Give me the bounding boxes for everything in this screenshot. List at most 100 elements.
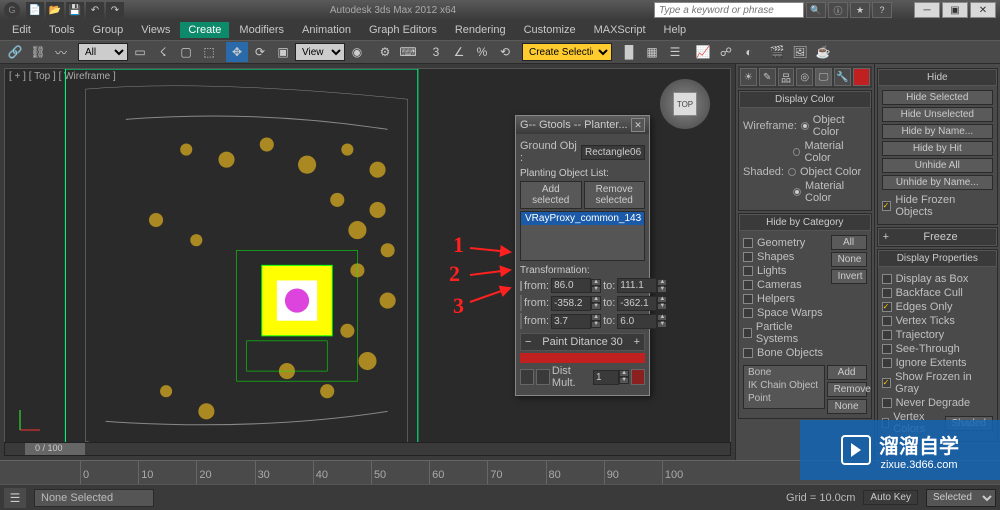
from-spinner-1[interactable]: ▲▼ (551, 278, 601, 293)
layers-icon[interactable]: ☰ (664, 42, 686, 62)
manipulate-icon[interactable]: ⚙ (374, 42, 396, 62)
horizontal-scrollbar[interactable]: 0 / 100 (4, 442, 731, 456)
open-icon[interactable]: 📂 (46, 2, 64, 18)
display-color-header[interactable]: Display Color (739, 91, 871, 108)
window-crossing-icon[interactable]: ⬚ (198, 42, 220, 62)
remove-selected-button[interactable]: Remove selected (584, 181, 646, 209)
brush-icon[interactable] (631, 369, 645, 385)
chk-spacewarps[interactable] (743, 308, 753, 318)
hide-selected-button[interactable]: Hide Selected (882, 90, 993, 105)
mirror-icon[interactable]: ▐▌ (618, 42, 640, 62)
from-spinner-3[interactable]: ▲▼ (551, 314, 601, 329)
tab-create-icon[interactable]: ☀ (740, 68, 757, 86)
category-listbox[interactable]: Bone IK Chain Object Point (743, 365, 825, 409)
hide-unselected-button[interactable]: Hide Unselected (882, 107, 993, 122)
align-icon[interactable]: ▦ (641, 42, 663, 62)
key-filter-dropdown[interactable]: Selected (926, 489, 996, 507)
rendered-frame-icon[interactable]: 🖼 (789, 42, 811, 62)
add-button[interactable]: Add (827, 365, 867, 380)
select-region-icon[interactable]: ▢ (175, 42, 197, 62)
to-spinner-2[interactable]: ▲▼ (617, 296, 667, 311)
link-icon[interactable]: 🔗 (4, 42, 26, 62)
close-button[interactable]: ✕ (970, 2, 996, 18)
display-props-header[interactable]: Display Properties (878, 250, 997, 267)
planting-listbox[interactable]: VRayProxy_common_143 (520, 211, 645, 261)
minimize-button[interactable]: ─ (914, 2, 940, 18)
remove-button[interactable]: Remove (827, 382, 867, 397)
chk-ignore-extents[interactable] (882, 358, 892, 368)
tab-utilities-icon[interactable]: 🔧 (834, 68, 851, 86)
search-icon[interactable]: 🔍 (806, 2, 826, 18)
menu-group[interactable]: Group (85, 22, 132, 38)
add-selected-button[interactable]: Add selected (520, 181, 582, 209)
dialog-titlebar[interactable]: G -- Gtools -- Planter... ✕ (516, 116, 649, 134)
save-icon[interactable]: 💾 (66, 2, 84, 18)
ref-coord-dropdown[interactable]: View (295, 43, 345, 61)
chk-hide-frozen[interactable] (882, 201, 892, 211)
chk-particles[interactable] (743, 328, 752, 338)
rotate-icon[interactable] (520, 295, 522, 311)
curve-editor-icon[interactable]: 📈 (692, 42, 714, 62)
chk-cameras[interactable] (743, 280, 753, 290)
none-button[interactable]: None (831, 252, 867, 267)
dist-mult-spinner[interactable]: ▲▼ (593, 370, 629, 385)
move-icon[interactable]: ✥ (226, 42, 248, 62)
hide-by-hit-button[interactable]: Hide by Hit (882, 141, 993, 156)
chk-backface-cull[interactable] (882, 288, 892, 298)
all-button[interactable]: All (831, 235, 867, 250)
tab-motion-icon[interactable]: ◎ (796, 68, 813, 86)
wireframe-material-radio[interactable] (793, 148, 800, 156)
gtools-planter-dialog[interactable]: G -- Gtools -- Planter... ✕ Ground Obj :… (515, 115, 650, 396)
select-object-icon[interactable]: ▭ (129, 42, 151, 62)
keyboard-shortcut-icon[interactable]: ⌨ (397, 42, 419, 62)
tab-modify-icon[interactable]: ✎ (759, 68, 776, 86)
chk-see-through[interactable] (882, 344, 892, 354)
chk-show-frozen-gray[interactable] (882, 378, 892, 388)
render-setup-icon[interactable]: 🎬 (766, 42, 788, 62)
schematic-icon[interactable]: ☍ (715, 42, 737, 62)
chk-helpers[interactable] (743, 294, 753, 304)
freeze-header[interactable]: +Freeze (878, 228, 997, 246)
scale-icon[interactable] (520, 313, 522, 329)
none-button-2[interactable]: None (827, 399, 867, 414)
search-input[interactable] (654, 2, 804, 18)
chk-vertex-ticks[interactable] (882, 316, 892, 326)
tab-display-icon[interactable]: 🖵 (815, 68, 832, 86)
menu-edit[interactable]: Edit (4, 22, 39, 38)
color-swatch[interactable] (520, 353, 645, 363)
selection-filter-dropdown[interactable]: All (78, 43, 128, 61)
menu-modifiers[interactable]: Modifiers (231, 22, 292, 38)
chk-shapes[interactable] (743, 252, 753, 262)
list-item[interactable]: VRayProxy_common_143 (521, 212, 644, 225)
named-selection-dropdown[interactable]: Create Selection Set (522, 43, 612, 61)
invert-button[interactable]: Invert (831, 269, 867, 284)
wireframe-object-radio[interactable] (801, 122, 809, 130)
app-logo[interactable]: G (4, 2, 20, 18)
menu-maxscript[interactable]: MAXScript (586, 22, 654, 38)
chk-edges-only[interactable] (882, 302, 892, 312)
to-spinner-1[interactable]: ▲▼ (617, 278, 667, 293)
select-name-icon[interactable]: ☇ (152, 42, 174, 62)
menu-animation[interactable]: Animation (294, 22, 359, 38)
tab-hierarchy-icon[interactable]: 品 (778, 68, 795, 86)
shaded-material-radio[interactable] (793, 188, 801, 196)
ground-obj-input[interactable] (581, 145, 645, 160)
unhide-all-button[interactable]: Unhide All (882, 158, 993, 173)
chk-geometry[interactable] (743, 238, 753, 248)
hide-category-header[interactable]: Hide by Category (739, 214, 871, 231)
from-spinner-2[interactable]: ▲▼ (551, 296, 601, 311)
menu-customize[interactable]: Customize (516, 22, 584, 38)
chk-display-as-box[interactable] (882, 274, 892, 284)
maximize-button[interactable]: ▣ (942, 2, 968, 18)
angle-snap-icon[interactable]: ∠ (448, 42, 470, 62)
chk-lights[interactable] (743, 266, 753, 276)
material-editor-icon[interactable]: ◐ (738, 42, 760, 62)
timeline-ruler[interactable]: 01020 304050 607080 90100 (80, 461, 720, 484)
hide-by-name-button[interactable]: Hide by Name... (882, 124, 993, 139)
menu-create[interactable]: Create (180, 22, 229, 38)
chk-trajectory[interactable] (882, 330, 892, 340)
unlink-icon[interactable]: ⛓ (27, 42, 49, 62)
percent-snap-icon[interactable]: % (471, 42, 493, 62)
chk-never-degrade[interactable] (882, 398, 892, 408)
undo-icon[interactable]: ↶ (86, 2, 104, 18)
